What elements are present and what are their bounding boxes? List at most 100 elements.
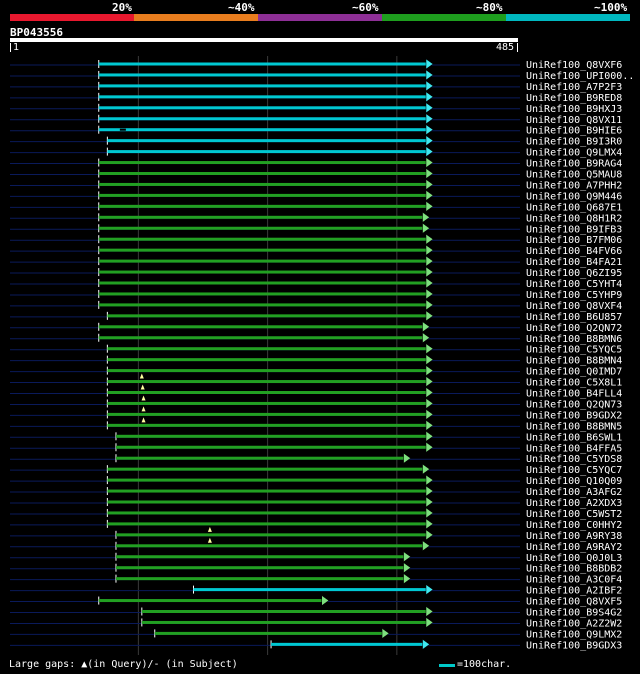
scale-bar [439,664,455,667]
hit-end-arrow-30 [425,387,434,398]
hit-label-10: UniRef100_Q5MAU8 [526,170,622,181]
hit-bar-33 [107,423,428,427]
hit-end-arrow-10 [425,168,434,179]
hit-bar-19 [98,270,428,274]
hit-label-4: UniRef100_B9HXJ3 [526,104,622,115]
hit-bar-7 [107,139,428,143]
hit-label-20: UniRef100_C5YHT4 [526,279,622,290]
hit-label-15: UniRef100_B9IFB3 [526,224,622,235]
hit-label-41: UniRef100_C5WST2 [526,509,622,520]
hit-bar-48 [193,588,427,592]
hit-end-arrow-36 [403,452,412,464]
hit-label-35: UniRef100_B4FFA5 [526,443,622,454]
hit-end-arrow-44 [422,540,430,552]
hit-bar-51 [141,620,427,624]
hit-end-arrow-27 [425,354,434,366]
hit-end-arrow-20 [425,277,434,289]
hit-end-arrow-48 [425,584,434,596]
hit-label-22: UniRef100_Q8VXF4 [526,301,622,312]
hit-end-arrow-19 [425,266,434,278]
hit-bar-35 [115,445,427,449]
hit-label-47: UniRef100_A3C0F4 [526,575,622,586]
hit-bar-18 [98,259,428,263]
hit-end-arrow-40 [425,496,434,508]
hit-bar-4 [98,106,428,110]
hit-label-50: UniRef100_B9S4G2 [526,608,622,619]
hit-label-11: UniRef100_A7PHH2 [526,180,622,191]
hit-end-arrow-0 [425,58,434,70]
hit-label-34: UniRef100_B6SWL1 [526,432,622,443]
hit-bar-40 [107,500,428,504]
hit-bar-8 [107,150,428,154]
hit-end-arrow-45 [403,551,412,563]
hit-label-48: UniRef100_A2IBF2 [526,586,622,597]
hit-bar-15 [98,226,424,230]
hit-bar-47 [115,577,405,581]
hit-label-24: UniRef100_Q2QN72 [526,323,622,334]
hit-end-arrow-53 [422,638,430,650]
hit-bar-13 [98,204,428,208]
hit-bar-52 [154,631,384,635]
hit-bar-49 [98,599,323,603]
hit-end-arrow-5 [425,113,434,125]
query-gap-marker-44 [207,537,212,543]
hit-end-arrow-28 [425,365,434,377]
hit-end-arrow-13 [425,200,434,212]
query-gap-marker-33 [141,417,146,423]
hit-label-18: UniRef100_B4FA21 [526,257,622,268]
hit-end-arrow-21 [425,288,434,300]
hit-bar-5 [98,117,428,121]
hit-end-arrow-39 [425,485,434,497]
hit-label-19: UniRef100_Q6ZI95 [526,268,622,279]
hit-end-arrow-1 [425,69,434,81]
hit-label-49: UniRef100_Q8VXF5 [526,597,622,608]
hit-bar-46 [115,566,405,570]
hit-bar-16 [98,237,428,241]
hit-end-arrow-25 [422,332,430,344]
hit-label-51: UniRef100_A2Z2W2 [526,618,622,629]
hit-label-23: UniRef100_B6U857 [526,312,622,323]
hit-label-0: UniRef100_Q8VXF6 [526,60,622,71]
hit-label-5: UniRef100_Q8VX11 [526,115,622,126]
hit-end-arrow-51 [425,616,434,628]
hit-bar-22 [98,303,428,307]
hit-end-arrow-41 [425,507,434,519]
hit-end-arrow-42 [425,518,434,530]
hit-end-arrow-35 [425,441,434,453]
hit-bar-29 [107,380,428,384]
hit-bar-2 [98,84,428,88]
hit-bar-30 [107,391,428,394]
hit-bar-53 [271,642,424,646]
hit-label-1: UniRef100_UPI000.. [526,71,634,82]
hit-bar-14 [98,215,424,219]
hit-end-arrow-31 [425,397,434,409]
hit-end-arrow-2 [425,80,434,92]
query-gap-marker-30 [140,384,145,390]
hit-label-32: UniRef100_B9GDX2 [526,410,622,421]
query-gap-marker-43 [207,526,212,532]
hit-end-arrow-7 [425,135,434,147]
hit-bar-12 [98,193,428,197]
hit-label-45: UniRef100_Q0J0L3 [526,553,622,564]
hit-end-arrow-22 [425,299,434,311]
hit-end-arrow-18 [425,255,434,267]
hit-end-arrow-3 [425,91,434,103]
hit-end-arrow-26 [425,343,434,355]
hit-label-29: UniRef100_C5X8L1 [526,378,622,389]
query-gap-marker-29 [139,373,144,379]
hit-bar-25 [98,336,424,340]
hit-end-arrow-8 [425,146,434,158]
hit-label-44: UniRef100_A9RAY2 [526,542,622,553]
hit-end-arrow-24 [422,321,430,333]
hit-end-arrow-43 [425,529,434,541]
hit-label-9: UniRef100_B9RAG4 [526,159,622,170]
hit-label-52: UniRef100_Q9LMX2 [526,629,622,640]
hit-bar-44 [115,544,424,548]
hit-bar-45 [115,555,405,559]
hit-end-arrow-33 [425,419,434,431]
hit-end-arrow-38 [425,474,434,486]
hit-bar-34 [115,434,427,438]
hit-label-21: UniRef100_C5YHP9 [526,290,622,301]
hit-bar-32 [107,412,428,416]
hit-bar-23 [107,314,428,318]
